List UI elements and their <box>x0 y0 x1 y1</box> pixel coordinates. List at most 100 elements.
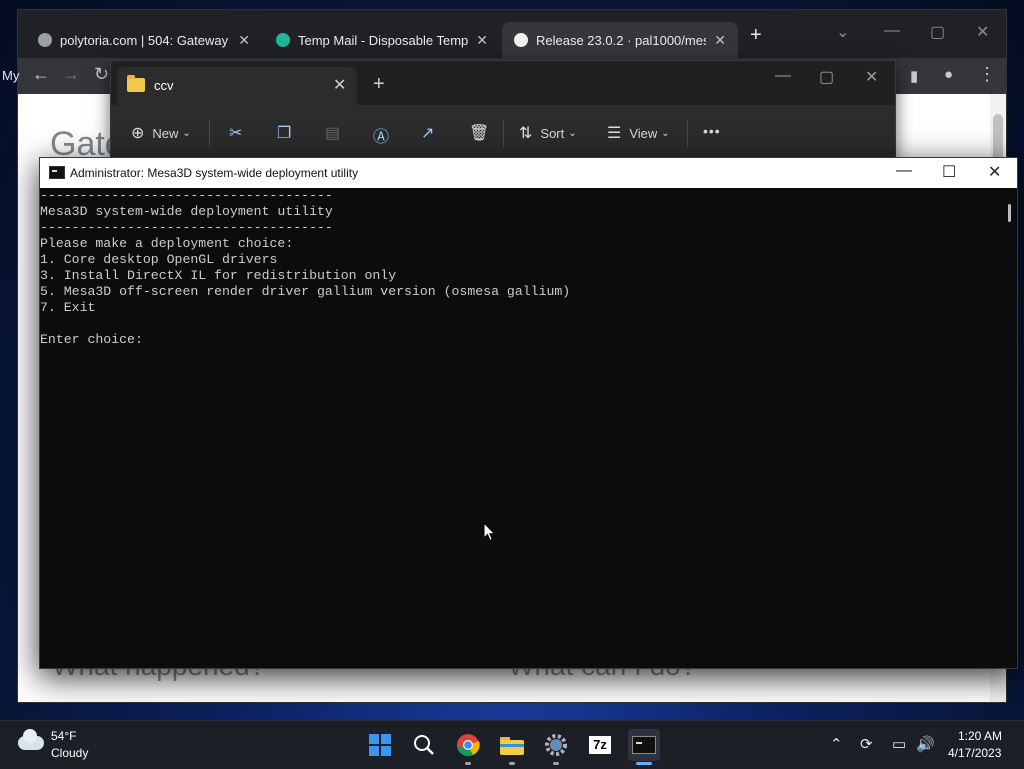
console-app-icon <box>49 166 65 179</box>
cloud-icon <box>18 729 44 750</box>
menu-kebab-icon[interactable]: ⋮ <box>978 64 996 85</box>
7zip-taskbar-button[interactable]: 7z <box>584 729 616 761</box>
clock-date[interactable]: 4/17/2023 <box>948 746 1001 760</box>
chevron-up-icon[interactable]: ⌃ <box>830 735 843 753</box>
share-icon: ↗ <box>421 125 435 142</box>
more-options-button[interactable]: ••• <box>703 123 721 139</box>
sidepanel-icon[interactable]: ▮ <box>910 67 918 85</box>
console-window: Administrator: Mesa3D system-wide deploy… <box>39 157 1018 669</box>
network-icon[interactable]: ▭ <box>892 735 906 753</box>
chevron-down-icon: ⌄ <box>182 127 191 139</box>
tab-close-icon[interactable]: ✕ <box>476 32 488 49</box>
view-lines-icon: ☰ <box>607 125 622 142</box>
new-tab-button[interactable]: + <box>750 24 762 47</box>
scissors-icon: ✂ <box>229 125 243 142</box>
gear-icon <box>545 734 567 756</box>
running-indicator <box>553 762 559 765</box>
console-line: 3. Install DirectX IL for redistribution… <box>40 268 397 283</box>
minimize-icon[interactable]: — <box>896 162 912 180</box>
start-button[interactable] <box>364 729 396 761</box>
chevron-down-icon: ⌄ <box>661 127 670 139</box>
explorer-tab-title: ccv <box>154 78 174 93</box>
sort-button[interactable]: ⇅ Sort ⌄ <box>519 123 577 143</box>
weather-condition: Cloudy <box>51 746 89 760</box>
running-indicator-active <box>636 762 652 765</box>
volume-icon[interactable]: 🔊 <box>916 735 935 753</box>
console-line: Mesa3D system-wide deployment utility <box>40 204 333 219</box>
explorer-new-tab-button[interactable]: + <box>373 73 385 96</box>
copy-button[interactable]: ❐ <box>277 123 291 143</box>
tab-close-icon[interactable]: ✕ <box>238 32 250 49</box>
rename-icon: Ⓐ <box>373 129 390 146</box>
file-explorer-window: ccv ✕ + — ▢ ✕ ⊕ New ⌄ ✂ ❐ ▤ Ⓐ ↗ 🗑 ⇅ Sort… <box>110 60 896 161</box>
browser-tab-bar: polytoria.com | 504: Gateway tim ✕ Temp … <box>18 10 1006 58</box>
chrome-taskbar-button[interactable] <box>452 729 484 765</box>
scrollbar-thumb[interactable] <box>1008 204 1011 222</box>
profile-icon[interactable]: ● <box>944 66 953 83</box>
console-prompt: Enter choice: <box>40 332 143 347</box>
rename-button[interactable]: Ⓐ <box>373 123 389 147</box>
search-icon <box>414 735 434 755</box>
minimize-icon[interactable]: — <box>775 67 791 85</box>
divider <box>209 119 210 147</box>
plus-circle-icon: ⊕ <box>131 125 145 142</box>
windows-logo-icon <box>369 734 391 756</box>
close-icon[interactable]: ✕ <box>976 22 989 42</box>
tab-search-icon[interactable]: ⌄ <box>836 22 849 42</box>
console-line: ------------------------------------- <box>40 188 333 203</box>
console-output[interactable]: ------------------------------------- Me… <box>40 188 1000 668</box>
console-line: Please make a deployment choice: <box>40 236 294 251</box>
running-indicator <box>509 762 515 765</box>
console-title-bar[interactable]: Administrator: Mesa3D system-wide deploy… <box>40 158 1017 188</box>
sort-arrows-icon: ⇅ <box>519 125 533 142</box>
tab-close-icon[interactable]: ✕ <box>333 75 346 95</box>
console-line: 1. Core desktop OpenGL drivers <box>40 252 278 267</box>
weather-temperature: 54°F <box>51 729 77 743</box>
sidebar-truncated-text: My <box>2 68 20 83</box>
console-line: ------------------------------------- <box>40 220 333 235</box>
forward-arrow-icon[interactable]: → <box>62 64 80 85</box>
divider <box>687 119 688 147</box>
console-scrollbar[interactable] <box>1002 188 1017 668</box>
minimize-icon[interactable]: — <box>884 22 900 40</box>
sync-warning-icon[interactable]: ⟳ <box>860 735 873 753</box>
chrome-icon <box>457 734 480 757</box>
close-icon[interactable]: ✕ <box>865 67 878 87</box>
file-explorer-taskbar-button[interactable] <box>496 729 528 765</box>
view-button[interactable]: ☰ View ⌄ <box>607 123 670 143</box>
maximize-icon[interactable]: ☐ <box>942 162 956 182</box>
tab-close-icon[interactable]: ✕ <box>714 32 726 49</box>
reload-icon[interactable]: ↻ <box>94 64 109 85</box>
maximize-icon[interactable]: ▢ <box>819 67 834 87</box>
explorer-tab[interactable]: ccv ✕ <box>117 67 357 105</box>
running-indicator <box>465 762 471 765</box>
clock-time[interactable]: 1:20 AM <box>958 729 1002 743</box>
paste-icon: ▤ <box>325 125 341 142</box>
back-arrow-icon[interactable]: ← <box>32 64 50 85</box>
divider <box>503 119 504 147</box>
search-button[interactable] <box>408 729 440 761</box>
delete-button[interactable]: 🗑 <box>469 123 489 143</box>
explorer-command-bar: ⊕ New ⌄ ✂ ❐ ▤ Ⓐ ↗ 🗑 ⇅ Sort ⌄ ☰ View ⌄ ••… <box>111 105 895 161</box>
close-icon[interactable]: ✕ <box>988 162 1001 182</box>
folder-icon <box>127 75 145 92</box>
paste-button[interactable]: ▤ <box>325 123 340 143</box>
browser-tab-release[interactable]: Release 23.0.2 · pal1000/mesa-d ✕ <box>502 22 738 58</box>
browser-tab-polytoria[interactable]: polytoria.com | 504: Gateway tim ✕ <box>26 22 262 58</box>
cut-button[interactable]: ✂ <box>229 123 242 143</box>
7zip-icon: 7z <box>589 736 611 754</box>
share-button[interactable]: ↗ <box>421 123 434 143</box>
maximize-icon[interactable]: ▢ <box>930 22 945 42</box>
tempmail-favicon-icon <box>276 33 290 47</box>
trash-icon: 🗑 <box>469 125 490 142</box>
console-line: 7. Exit <box>40 300 96 315</box>
settings-taskbar-button[interactable] <box>540 729 572 765</box>
console-title: Administrator: Mesa3D system-wide deploy… <box>70 166 359 180</box>
chevron-down-icon: ⌄ <box>568 127 577 139</box>
copy-icon: ❐ <box>277 125 292 142</box>
mouse-cursor-icon <box>483 522 496 542</box>
taskbar: 54°F Cloudy 7z ⌃ ⟳ ▭ 🔊 1:20 AM 4/17/2023 <box>0 720 1024 769</box>
new-button[interactable]: ⊕ New ⌄ <box>131 123 191 143</box>
terminal-taskbar-button[interactable] <box>628 729 660 765</box>
browser-tab-tempmail[interactable]: Temp Mail - Disposable Tempora ✕ <box>264 22 500 58</box>
